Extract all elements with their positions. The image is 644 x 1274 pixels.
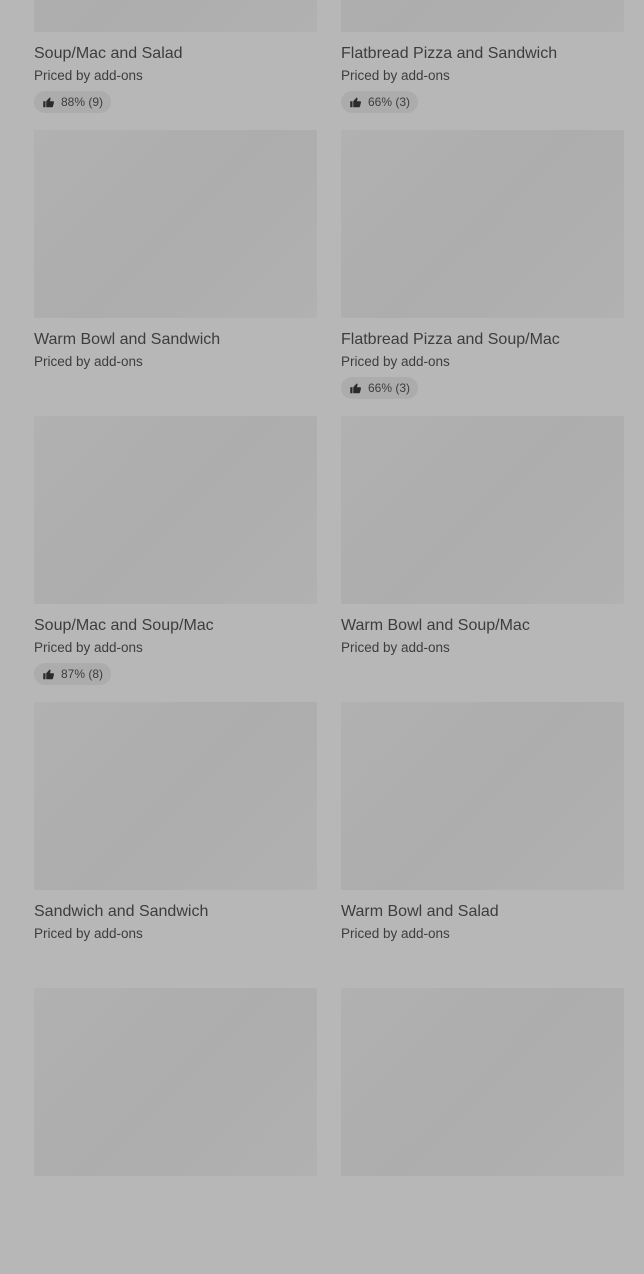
menu-item-image[interactable] bbox=[34, 416, 317, 604]
menu-item-card[interactable] bbox=[34, 988, 317, 1274]
menu-item-image[interactable] bbox=[341, 0, 624, 32]
menu-item-image[interactable] bbox=[34, 130, 317, 318]
menu-item-title[interactable]: Warm Bowl and Soup/Mac bbox=[341, 616, 624, 636]
rating-badge: 66% (3) bbox=[341, 377, 419, 399]
thumbs-up-icon bbox=[349, 382, 362, 394]
menu-item-price: Priced by add-ons bbox=[34, 68, 143, 83]
rating-text: 87% (8) bbox=[61, 667, 104, 681]
menu-item-image[interactable] bbox=[34, 988, 317, 1176]
menu-item-card[interactable] bbox=[341, 988, 624, 1274]
thumbs-up-icon bbox=[42, 96, 55, 108]
thumbs-up-icon bbox=[349, 96, 362, 108]
menu-item-price: Priced by add-ons bbox=[34, 926, 143, 941]
menu-item-title[interactable]: Flatbread Pizza and Soup/Mac bbox=[341, 330, 624, 350]
menu-item-price: Priced by add-ons bbox=[341, 68, 450, 83]
menu-item-image[interactable] bbox=[341, 988, 624, 1176]
menu-item-card[interactable]: Soup/Mac and Soup/Mac Priced by add-ons … bbox=[34, 416, 317, 702]
menu-item-title[interactable]: Warm Bowl and Sandwich bbox=[34, 330, 317, 350]
menu-item-card[interactable]: Flatbread Pizza and Soup/Mac Priced by a… bbox=[341, 130, 624, 416]
menu-item-card[interactable]: Warm Bowl and Soup/Mac Priced by add-ons bbox=[341, 416, 624, 702]
menu-item-price: Priced by add-ons bbox=[341, 354, 450, 369]
menu-item-card[interactable]: Soup/Mac and Salad Priced by add-ons 88%… bbox=[34, 0, 317, 130]
thumbs-up-icon bbox=[42, 668, 55, 680]
menu-item-image[interactable] bbox=[341, 702, 624, 890]
menu-item-image[interactable] bbox=[341, 130, 624, 318]
menu-item-title[interactable]: Soup/Mac and Salad bbox=[34, 44, 317, 64]
rating-badge: 87% (8) bbox=[34, 663, 112, 685]
rating-text: 66% (3) bbox=[368, 95, 411, 109]
menu-item-card[interactable]: Sandwich and Sandwich Priced by add-ons bbox=[34, 702, 317, 988]
menu-item-card[interactable]: Warm Bowl and Salad Priced by add-ons bbox=[341, 702, 624, 988]
menu-item-grid: Soup/Mac and Salad Priced by add-ons 88%… bbox=[34, 0, 624, 1274]
menu-item-image[interactable] bbox=[341, 416, 624, 604]
menu-item-image[interactable] bbox=[34, 0, 317, 32]
menu-item-image[interactable] bbox=[34, 702, 317, 890]
menu-item-price: Priced by add-ons bbox=[341, 640, 450, 655]
menu-item-title[interactable]: Warm Bowl and Salad bbox=[341, 902, 624, 922]
menu-item-price: Priced by add-ons bbox=[341, 926, 450, 941]
menu-item-title[interactable]: Sandwich and Sandwich bbox=[34, 902, 317, 922]
menu-item-price: Priced by add-ons bbox=[34, 354, 143, 369]
rating-text: 88% (9) bbox=[61, 95, 104, 109]
menu-item-card[interactable]: Warm Bowl and Sandwich Priced by add-ons bbox=[34, 130, 317, 416]
menu-item-title[interactable]: Flatbread Pizza and Sandwich bbox=[341, 44, 624, 64]
rating-text: 66% (3) bbox=[368, 381, 411, 395]
menu-item-title[interactable]: Soup/Mac and Soup/Mac bbox=[34, 616, 317, 636]
menu-item-price: Priced by add-ons bbox=[34, 640, 143, 655]
rating-badge: 66% (3) bbox=[341, 91, 419, 113]
rating-badge: 88% (9) bbox=[34, 91, 112, 113]
menu-item-card[interactable]: Flatbread Pizza and Sandwich Priced by a… bbox=[341, 0, 624, 130]
